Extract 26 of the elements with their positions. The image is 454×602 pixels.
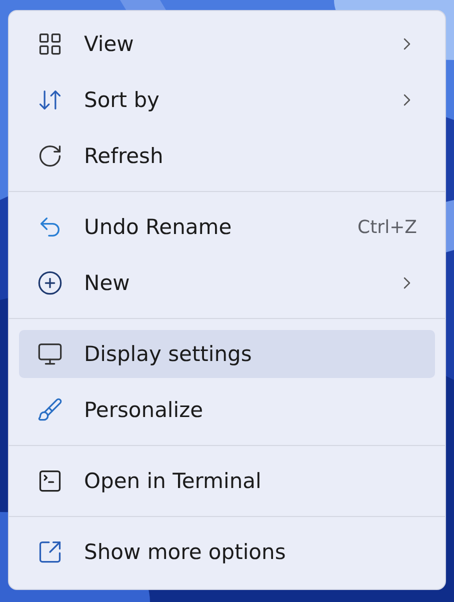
- menu-item[interactable]: Refresh: [19, 132, 435, 180]
- brush-icon: [37, 397, 63, 423]
- menu-item[interactable]: Open in Terminal: [19, 457, 435, 505]
- menu-item-label: Sort by: [84, 88, 160, 112]
- menu-item[interactable]: View: [19, 20, 435, 68]
- terminal-icon: [37, 468, 63, 494]
- external-link-icon: [37, 539, 63, 565]
- menu-item-label: Show more options: [84, 540, 287, 564]
- menu-item[interactable]: Undo Rename Ctrl+Z: [19, 203, 435, 251]
- menu-item[interactable]: Sort by: [19, 76, 435, 124]
- menu-item[interactable]: Show more options: [19, 528, 435, 576]
- menu-item-label: Refresh: [84, 144, 164, 168]
- refresh-icon: [37, 143, 63, 169]
- menu-item-label: Display settings: [84, 342, 253, 366]
- menu-item[interactable]: Personalize: [19, 386, 435, 434]
- menu-item-label: Open in Terminal: [84, 469, 262, 493]
- monitor-icon: [37, 341, 63, 367]
- menu-item[interactable]: Display settings: [19, 330, 435, 378]
- shortcut-text: Ctrl+Z: [358, 216, 417, 238]
- menu-item-label: New: [84, 271, 131, 295]
- menu-item[interactable]: New: [19, 259, 435, 307]
- plus-circle-icon: [37, 270, 63, 296]
- menu-item-label: View: [84, 32, 135, 56]
- grid-icon: [37, 31, 63, 57]
- menu-item-label: Personalize: [84, 398, 204, 422]
- menu-item-label: Undo Rename: [84, 215, 233, 239]
